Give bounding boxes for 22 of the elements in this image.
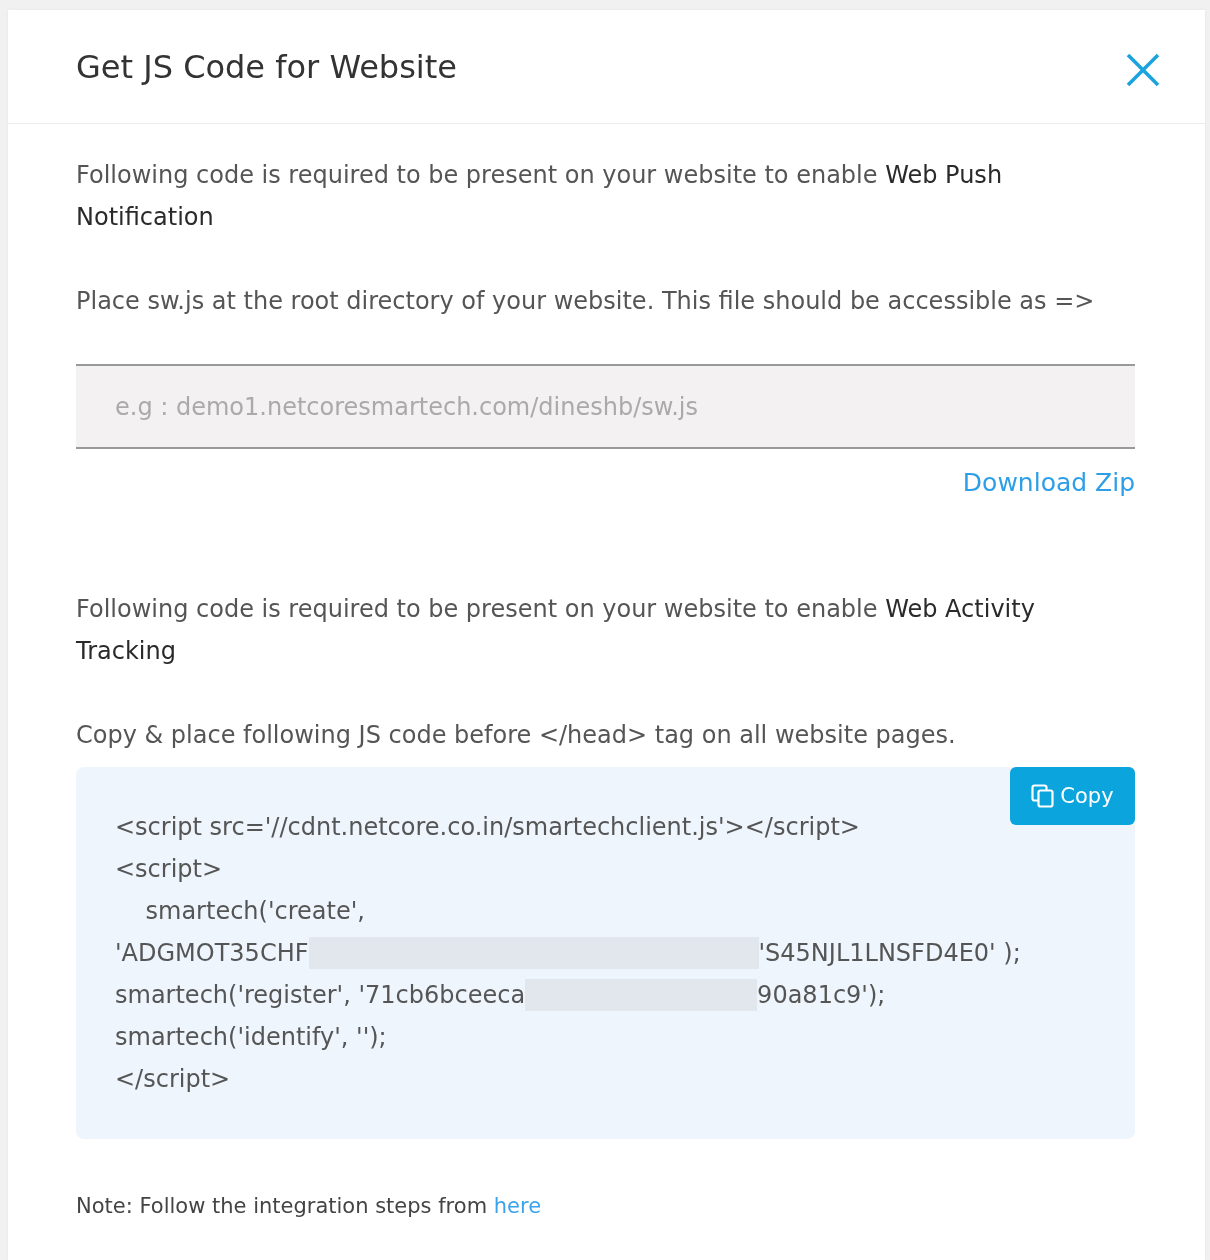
url-input-field[interactable]: e.g : demo1.netcoresmartech.com/dineshb/sw.js — [76, 364, 1135, 449]
instruction-text: Copy & place following JS code before </head> tag on all website pages. — [76, 720, 957, 751]
code-text: smartech('create', — [144, 896, 365, 927]
instruction-text: Place sw.js at the root directory of your website. This file should be accessible as => — [76, 286, 1096, 317]
note-text: Note: Follow the integration steps from here — [76, 1193, 543, 1220]
push-intro-text: Following code is required to be present on your website to enable Web Push Notification — [76, 160, 1004, 233]
close-button[interactable] — [1126, 52, 1160, 87]
copy-icon — [1031, 784, 1056, 808]
code-text: smartech('register', '71cb6bceeca — [115, 980, 526, 1011]
download-zip-link[interactable]: Download Zip — [962, 466, 1135, 500]
code-text: <script src='//cdnt.netcore.co.in/smartechclient.js'></script> — [115, 812, 860, 843]
close-icon — [1126, 52, 1160, 87]
code-text: <script> — [115, 854, 223, 885]
dialog-title: Get JS Code for Website — [76, 46, 457, 87]
code-text: smartech('identify', ''); — [115, 1022, 387, 1053]
code-text: 'ADGMOT35CHF — [115, 938, 309, 969]
activity-intro-text: Following code is required to be present on your website to enable Web Activity Tracking — [76, 594, 1036, 667]
code-text: </script> — [115, 1064, 231, 1095]
copy-button[interactable]: Copy — [1010, 767, 1135, 825]
code-text: 'S45NJL1LNSFD4E0' ); — [758, 938, 1021, 969]
code-text: 90a81c9'); — [757, 980, 886, 1011]
here-link[interactable]: here — [493, 1194, 542, 1218]
